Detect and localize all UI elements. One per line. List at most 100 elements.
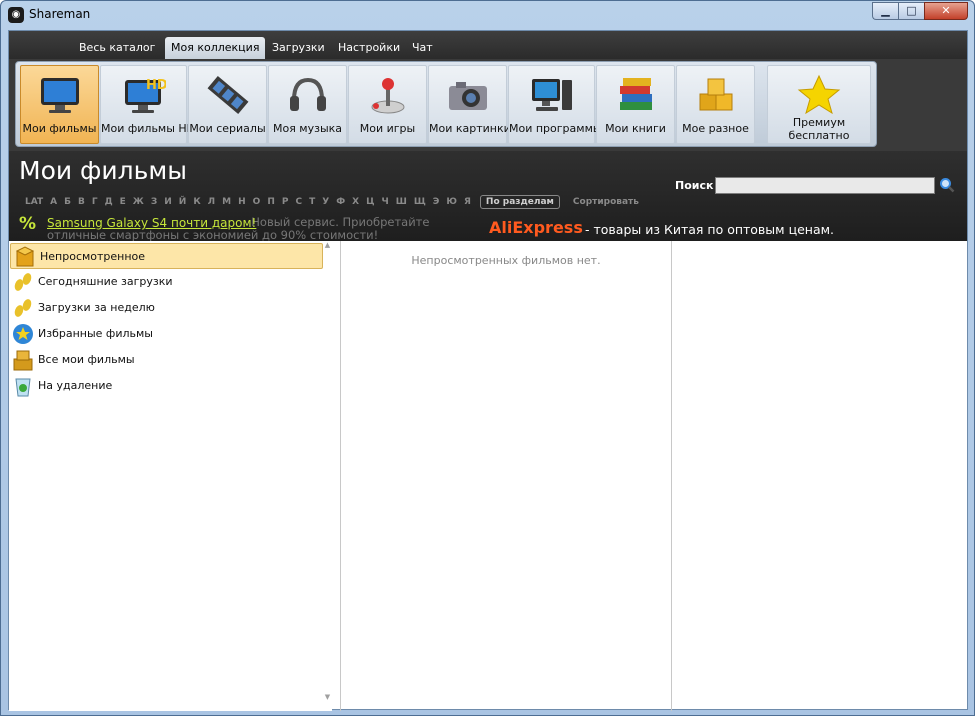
letter-filter[interactable]: Й [179,197,187,207]
movie-list-pane: Непросмотренных фильмов нет. [340,241,672,711]
category-my-pictures[interactable]: Мои картинки [428,65,511,144]
category-label: Мои программы [509,122,602,135]
recycle-bin-icon [15,378,31,397]
scroll-up-icon[interactable]: ▲ [323,241,332,251]
sidebar-item-label: Загрузки за неделю [38,301,155,314]
sidebar-item-week-downloads[interactable]: Загрузки за неделю [9,295,322,321]
letter-filter[interactable]: З [151,197,157,207]
letter-filter[interactable]: М [222,197,231,207]
aliexpress-link[interactable]: AliExpress [489,218,583,237]
aliexpress-tagline: - товары из Китая по оптовым ценам. [585,222,835,237]
film-strip-icon [207,76,248,114]
by-sections-button[interactable]: По разделам [479,195,560,209]
search-input[interactable] [715,177,935,194]
letter-filter[interactable]: К [193,197,200,207]
category-label: Мои сериалы [189,122,266,135]
details-pane [673,241,967,711]
minimize-button[interactable]: ▁ [872,2,898,20]
sidebar-scrollbar[interactable]: ▲ ▼ [323,241,332,711]
category-toolbar: Мои фильмы HD Мои фильмы HD Мои сериалы … [9,59,967,151]
category-my-series[interactable]: Мои сериалы [188,65,267,144]
letter-filter[interactable]: Я [464,197,471,207]
category-label: Моя музыка [272,122,343,135]
letter-filter[interactable]: Ж [133,197,144,207]
category-my-games[interactable]: Мои игры [348,65,427,144]
category-my-programs[interactable]: Мои программы [508,65,602,144]
tv-icon [40,78,79,113]
tab-my-collection[interactable]: Моя коллекция [165,37,266,59]
letter-filter[interactable]: П [267,197,275,207]
category-my-movies[interactable]: Мои фильмы [20,65,99,144]
sidebar-item-to-delete[interactable]: На удаление [9,373,322,399]
app-window: ◉ Shareman ▁ □ ✕ Весь каталог Моя коллек… [0,0,975,716]
box-icon [15,246,35,267]
title-bar[interactable]: ◉ Shareman ▁ □ ✕ [1,1,974,29]
camera-icon [448,82,487,110]
letter-filter[interactable]: В [78,197,85,207]
letter-filter[interactable]: С [295,197,302,207]
letter-filter[interactable]: И [164,197,172,207]
discount-icon: % [19,214,37,234]
sidebar-item-label: На удаление [38,379,113,392]
tab-chat[interactable]: Чат [406,37,439,59]
letter-filter[interactable]: Ч [381,197,388,207]
joystick-icon [371,78,404,114]
sidebar-item-label: Сегодняшние загрузки [38,275,173,288]
box-stack-icon [13,350,33,371]
page-title: Мои фильмы [19,156,187,185]
letter-filter[interactable]: Е [120,197,126,207]
category-label: Мои картинки [429,122,511,135]
category-label: Мои фильмы HD [101,122,196,135]
letter-filter[interactable]: Э [433,197,440,207]
premium-label: Премиум бесплатно [788,116,850,142]
letter-filter[interactable]: Ш [396,197,407,207]
letter-filter[interactable]: Х [352,197,359,207]
letter-filter[interactable]: Т [309,197,315,207]
category-misc[interactable]: Мое разное [676,65,755,144]
category-my-movies-hd[interactable]: HD Мои фильмы HD [100,65,196,144]
window-title: Shareman [29,7,91,21]
category-my-music[interactable]: Моя музыка [268,65,347,144]
headphones-icon [289,77,326,111]
letter-filter[interactable]: О [253,197,261,207]
letter-filter[interactable]: LAT [25,197,43,207]
sidebar-item-favorites[interactable]: Избранные фильмы [9,321,322,347]
sidebar-item-label: Все мои фильмы [38,353,135,366]
letter-filter[interactable]: Б [64,197,71,207]
cubes-icon [699,78,732,111]
letter-filter[interactable]: Ф [336,197,345,207]
letter-filter[interactable]: Г [92,197,98,207]
tab-catalog[interactable]: Весь каталог [73,37,161,59]
maximize-button[interactable]: □ [898,2,924,20]
category-label: Мое разное [682,122,749,135]
category-label: Мои фильмы [22,122,97,135]
letter-filter[interactable]: Д [105,197,113,207]
letter-filter[interactable]: Щ [414,197,426,207]
letter-filter[interactable]: Р [282,197,289,207]
tab-settings[interactable]: Настройки [332,37,406,59]
category-label: Мои книги [605,122,666,135]
ad-link[interactable]: Samsung Galaxy S4 почти даром! [47,216,256,230]
sort-button[interactable]: Сортировать [573,197,639,207]
svg-text:HD: HD [146,78,166,93]
sidebar-item-today-downloads[interactable]: Сегодняшние загрузки [9,269,322,295]
letter-filter[interactable]: У [322,197,329,207]
letter-filter[interactable]: А [50,197,57,207]
star-icon [797,74,841,115]
filter-sidebar: Непросмотренное Сегодняшние загрузки Заг… [9,241,332,711]
sidebar-item-all-movies[interactable]: Все мои фильмы [9,347,322,373]
letter-filter[interactable]: Л [208,197,215,207]
tab-downloads[interactable]: Загрузки [266,37,331,59]
category-my-books[interactable]: Мои книги [596,65,675,144]
scroll-down-icon[interactable]: ▼ [323,693,332,703]
search-icon[interactable] [939,177,955,193]
sidebar-item-unwatched[interactable]: Непросмотренное [10,243,323,269]
star-badge-icon [13,324,33,344]
client-area: Весь каталог Моя коллекция Загрузки Наст… [8,30,968,711]
letter-filter[interactable]: Н [238,197,246,207]
letter-filter[interactable]: Ц [366,197,374,207]
footprints-icon [14,273,32,291]
premium-free-button[interactable]: Премиум бесплатно [767,65,871,144]
close-button[interactable]: ✕ [924,2,968,20]
letter-filter[interactable]: Ю [446,197,457,207]
